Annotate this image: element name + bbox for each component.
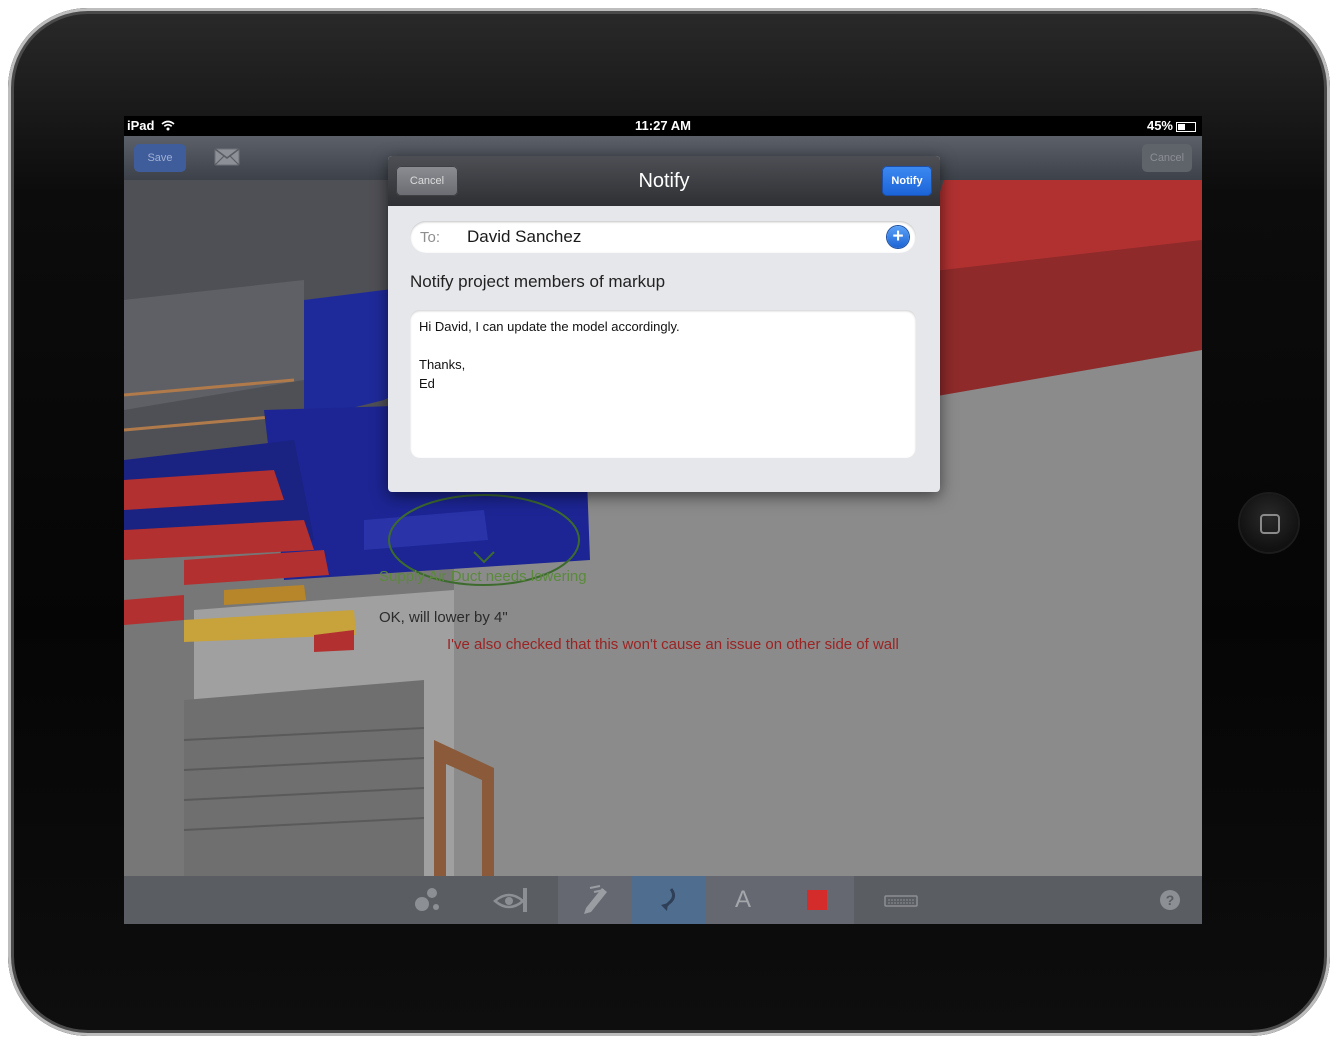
save-button[interactable]: Save [134,144,186,172]
message-line: Thanks, [419,357,466,372]
tool-shapes[interactable] [390,876,464,924]
message-textarea[interactable]: Hi David, I can update the model accordi… [410,310,916,458]
recipient-name[interactable]: David Sanchez [467,227,581,247]
cloud-shapes-icon [415,888,439,911]
keyboard-icon [884,895,918,907]
arrow-icon [661,888,676,911]
to-field[interactable]: To: David Sanchez + [410,221,916,253]
tool-color[interactable] [780,876,854,924]
dialog-title: Notify [638,170,690,192]
home-button-icon [1260,514,1280,534]
message-line: Ed [419,376,435,391]
dialog-subject: Notify project members of markup [410,272,666,291]
markup-note-reply[interactable]: OK, will lower by 4" [379,609,508,626]
tool-text[interactable]: A [706,876,780,924]
mail-icon[interactable] [214,148,240,166]
tool-pencil[interactable] [558,876,632,924]
tool-view[interactable] [474,876,548,924]
add-recipient-icon[interactable]: + [887,226,909,248]
ipad-screen: iPad 11:27 AM 45% Save Cancel Supply Air… [124,116,1202,924]
markup-note-red[interactable]: I've also checked that this won't cause … [447,636,899,653]
markup-note-green[interactable]: Supply Air Duct needs lowering [379,568,587,585]
to-label: To: [420,229,441,246]
status-time: 11:27 AM [635,118,691,133]
tool-keyboard[interactable] [864,876,938,924]
text-icon: A [734,886,751,913]
home-button[interactable] [1240,494,1298,552]
status-battery: 45% [1147,118,1196,133]
tool-arrow[interactable] [632,876,706,924]
help-icon[interactable]: ? [1160,890,1180,910]
cancel-button[interactable]: Cancel [1142,144,1192,172]
status-bar: iPad 11:27 AM 45% [124,116,1202,136]
message-line: Hi David, I can update the model accordi… [419,319,680,334]
color-swatch-icon [807,890,827,910]
pencil-icon [584,885,607,914]
notify-dialog: Cancel Notify Notify To: David Sanchez +… [388,156,940,492]
eye-camera-icon [493,888,527,912]
battery-icon [1176,121,1196,132]
dialog-header: Cancel Notify Notify [388,156,940,206]
markup-toolbar: A ? [124,876,1202,924]
dialog-notify-button[interactable]: Notify [882,166,932,196]
